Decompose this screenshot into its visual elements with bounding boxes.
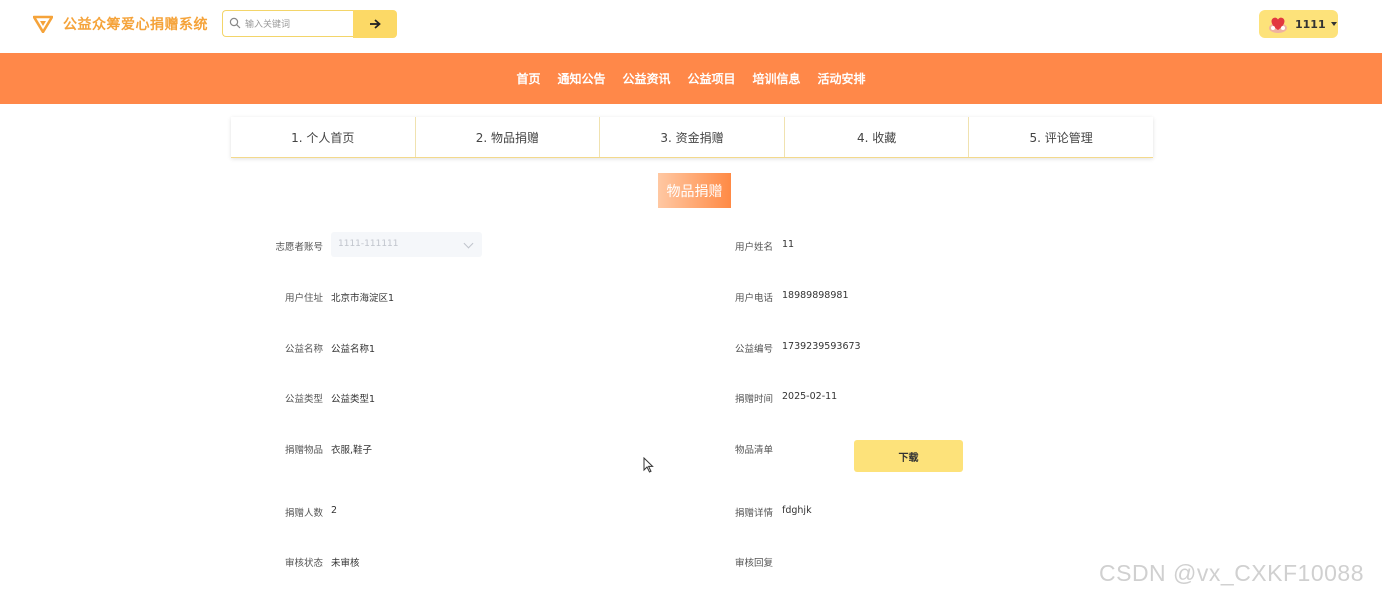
item-list-label: 物品清单 [734, 445, 773, 456]
donor-count-value: 2 [331, 505, 338, 516]
charity-type-label: 公益类型 [284, 394, 323, 405]
profile-tabs: 1. 个人首页 2. 物品捐赠 3. 资金捐赠 4. 收藏 5. 评论管理 [231, 117, 1153, 158]
review-status-label: 审核状态 [284, 558, 323, 569]
charity-code-value: 1739239593673 [782, 341, 861, 352]
nav-item-projects[interactable]: 公益项目 [688, 70, 736, 87]
download-button[interactable]: 下载 [854, 440, 963, 472]
site-title: 公益众筹爱心捐赠系统 [63, 17, 208, 33]
volunteer-account-select[interactable]: 1111-111111 [331, 232, 482, 257]
watermark-text: CSDN @vx_CXKF10088 [1099, 560, 1364, 586]
user-phone-value: 18989898981 [782, 290, 849, 301]
logo-icon [33, 15, 53, 33]
donation-detail-value: fdghjk [782, 505, 812, 516]
section-title: 物品捐赠 [658, 173, 731, 208]
nav-item-news[interactable]: 公益资讯 [622, 70, 670, 87]
user-name-label: 用户姓名 [734, 242, 773, 253]
volunteer-account-value: 1111-111111 [338, 239, 399, 249]
donation-detail-label: 捐赠详情 [734, 508, 773, 519]
donation-time-label: 捐赠时间 [734, 394, 773, 405]
tab-personal-home[interactable]: 1. 个人首页 [231, 117, 416, 157]
nav-item-training[interactable]: 培训信息 [753, 70, 801, 87]
search-box [222, 10, 353, 37]
donor-count-label: 捐赠人数 [284, 508, 323, 519]
avatar [1269, 17, 1287, 33]
user-name: 1111 [1295, 17, 1326, 31]
user-phone-label: 用户电话 [734, 293, 773, 304]
charity-name-value: 公益名称1 [331, 344, 376, 355]
chevron-down-icon [463, 238, 474, 249]
caret-down-icon [1330, 22, 1337, 26]
review-reply-label: 审核回复 [734, 558, 773, 569]
charity-code-label: 公益编号 [734, 344, 773, 355]
review-status-value: 未审核 [331, 558, 360, 569]
search-icon [229, 17, 241, 29]
charity-type-value: 公益类型1 [331, 394, 376, 405]
main-nav: 首页 通知公告 公益资讯 公益项目 培训信息 活动安排 [0, 53, 1382, 104]
user-name-value: 11 [782, 239, 795, 250]
user-menu-button[interactable]: 1111 [1259, 10, 1338, 38]
tab-fund-donation[interactable]: 3. 资金捐赠 [600, 117, 785, 157]
nav-item-home[interactable]: 首页 [516, 70, 540, 87]
tab-favorites[interactable]: 4. 收藏 [785, 117, 970, 157]
donated-items-value: 衣服,鞋子 [331, 445, 373, 456]
user-address-value: 北京市海淀区1 [331, 293, 395, 304]
nav-item-events[interactable]: 活动安排 [818, 70, 866, 87]
nav-item-notices[interactable]: 通知公告 [557, 70, 605, 87]
tab-item-donation[interactable]: 2. 物品捐赠 [416, 117, 601, 157]
donated-items-label: 捐赠物品 [284, 445, 323, 456]
arrow-right-icon [370, 19, 381, 29]
user-address-label: 用户住址 [284, 293, 323, 304]
volunteer-account-label: 志愿者账号 [275, 242, 323, 253]
mouse-cursor-icon [643, 457, 654, 473]
donation-time-value: 2025-02-11 [782, 391, 838, 402]
tab-comment-management[interactable]: 5. 评论管理 [969, 117, 1153, 157]
charity-name-label: 公益名称 [284, 344, 323, 355]
search-input[interactable] [243, 14, 352, 36]
search-button[interactable] [353, 10, 397, 38]
top-bar: 公益众筹爱心捐赠系统 1111 [0, 0, 1382, 53]
